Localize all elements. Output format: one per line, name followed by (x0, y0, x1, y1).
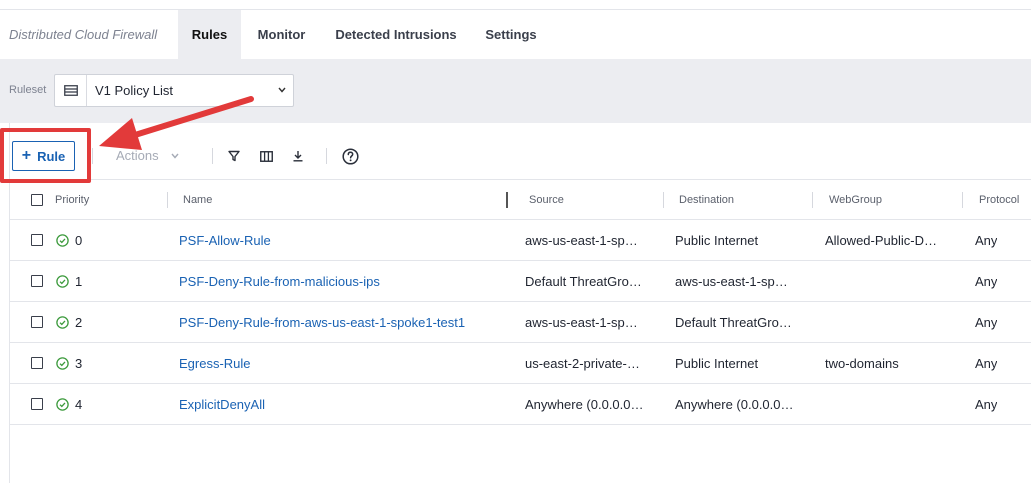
check-circle-icon (56, 357, 69, 370)
rules-panel: + Rule Actions Priority Name Source Dest… (9, 123, 1031, 483)
column-header-priority[interactable]: Priority (55, 180, 89, 220)
column-header-name[interactable]: Name (183, 180, 212, 220)
protocol-cell: Any (975, 315, 998, 330)
table-row[interactable]: 2 PSF-Deny-Rule-from-aws-us-east-1-spoke… (10, 302, 1031, 343)
app-title: Distributed Cloud Firewall (9, 27, 158, 42)
list-icon (55, 75, 87, 106)
row-checkbox[interactable] (31, 275, 43, 287)
ruleset-label: Ruleset (9, 84, 47, 96)
rule-name-link[interactable]: PSF-Deny-Rule-from-aws-us-east-1-spoke1-… (179, 302, 465, 343)
chevron-down-icon (271, 85, 293, 96)
tab-detected-intrusions[interactable]: Detected Intrusions (322, 10, 470, 59)
check-circle-icon (56, 316, 69, 329)
protocol-cell: Any (975, 233, 998, 248)
webgroup-cell: two-domains (825, 356, 899, 371)
column-resize-handle[interactable] (506, 192, 508, 208)
tab-bar: Distributed Cloud Firewall Rules Monitor… (0, 10, 1031, 59)
top-border (0, 0, 1031, 10)
webgroup-cell (825, 384, 950, 425)
rules-table: Priority Name Source Destination WebGrou… (10, 180, 1031, 425)
row-checkbox[interactable] (31, 357, 43, 369)
chevron-down-icon (171, 153, 179, 159)
destination-cell: aws-us-east-1-sp… (675, 274, 788, 289)
select-all-checkbox[interactable] (31, 194, 43, 206)
source-cell: aws-us-east-1-sp… (525, 233, 638, 248)
filter-icon[interactable] (226, 148, 242, 164)
toolbar-divider (92, 148, 93, 164)
ruleset-bar: Ruleset V1 Policy List (0, 59, 1031, 123)
column-header-webgroup[interactable]: WebGroup (829, 180, 882, 220)
toolbar-divider (212, 148, 213, 164)
protocol-cell: Any (975, 397, 998, 412)
row-checkbox[interactable] (31, 234, 43, 246)
actions-dropdown[interactable]: Actions (116, 148, 179, 163)
source-cell: us-east-2-private-… (525, 356, 640, 371)
help-icon[interactable] (341, 147, 359, 165)
column-divider (663, 192, 664, 208)
priority-cell: 0 (75, 233, 83, 248)
protocol-cell: Any (975, 356, 998, 371)
destination-cell: Public Internet (675, 233, 759, 248)
source-cell: aws-us-east-1-sp… (525, 315, 638, 330)
toolbar-divider (326, 148, 327, 164)
toolbar: + Rule Actions (10, 123, 1031, 180)
tab-settings[interactable]: Settings (470, 10, 552, 59)
table-row[interactable]: 4 ExplicitDenyAll Anywhere (0.0.0.0… Any… (10, 384, 1031, 425)
priority-cell: 1 (75, 274, 83, 289)
column-divider (812, 192, 813, 208)
rule-name-link[interactable]: PSF-Allow-Rule (179, 220, 271, 261)
destination-cell: Default ThreatGro… (675, 315, 792, 330)
column-divider (167, 192, 168, 208)
table-row[interactable]: 1 PSF-Deny-Rule-from-malicious-ips Defau… (10, 261, 1031, 302)
rule-name-link[interactable]: PSF-Deny-Rule-from-malicious-ips (179, 261, 380, 302)
source-cell: Anywhere (0.0.0.0… (525, 397, 644, 412)
ruleset-select[interactable]: V1 Policy List (54, 74, 294, 107)
priority-cell: 3 (75, 356, 83, 371)
rule-name-link[interactable]: Egress-Rule (179, 343, 251, 384)
tab-rules[interactable]: Rules (178, 10, 241, 59)
rule-name-link[interactable]: ExplicitDenyAll (179, 384, 265, 425)
column-header-source[interactable]: Source (529, 180, 564, 220)
table-row[interactable]: 3 Egress-Rule us-east-2-private-… Public… (10, 343, 1031, 384)
tab-monitor[interactable]: Monitor (241, 10, 322, 59)
priority-cell: 2 (75, 315, 83, 330)
column-header-protocol[interactable]: Protocol (979, 180, 1019, 220)
destination-cell: Public Internet (675, 356, 759, 371)
protocol-cell: Any (975, 274, 998, 289)
webgroup-cell (825, 302, 950, 343)
destination-cell: Anywhere (0.0.0.0… (675, 397, 794, 412)
ruleset-value: V1 Policy List (95, 83, 174, 98)
priority-cell: 4 (75, 397, 83, 412)
check-circle-icon (56, 398, 69, 411)
row-checkbox[interactable] (31, 398, 43, 410)
source-cell: Default ThreatGro… (525, 274, 642, 289)
table-row[interactable]: 0 PSF-Allow-Rule aws-us-east-1-sp… Publi… (10, 220, 1031, 261)
table-header: Priority Name Source Destination WebGrou… (10, 180, 1031, 220)
webgroup-cell (825, 261, 950, 302)
row-checkbox[interactable] (31, 316, 43, 328)
column-header-destination[interactable]: Destination (679, 180, 734, 220)
webgroup-cell: Allowed-Public-D… (825, 233, 937, 248)
column-divider (962, 192, 963, 208)
actions-label: Actions (116, 148, 159, 163)
check-circle-icon (56, 275, 69, 288)
download-icon[interactable] (290, 148, 306, 164)
highlight-box (0, 128, 91, 183)
columns-icon[interactable] (258, 148, 274, 164)
check-circle-icon (56, 234, 69, 247)
